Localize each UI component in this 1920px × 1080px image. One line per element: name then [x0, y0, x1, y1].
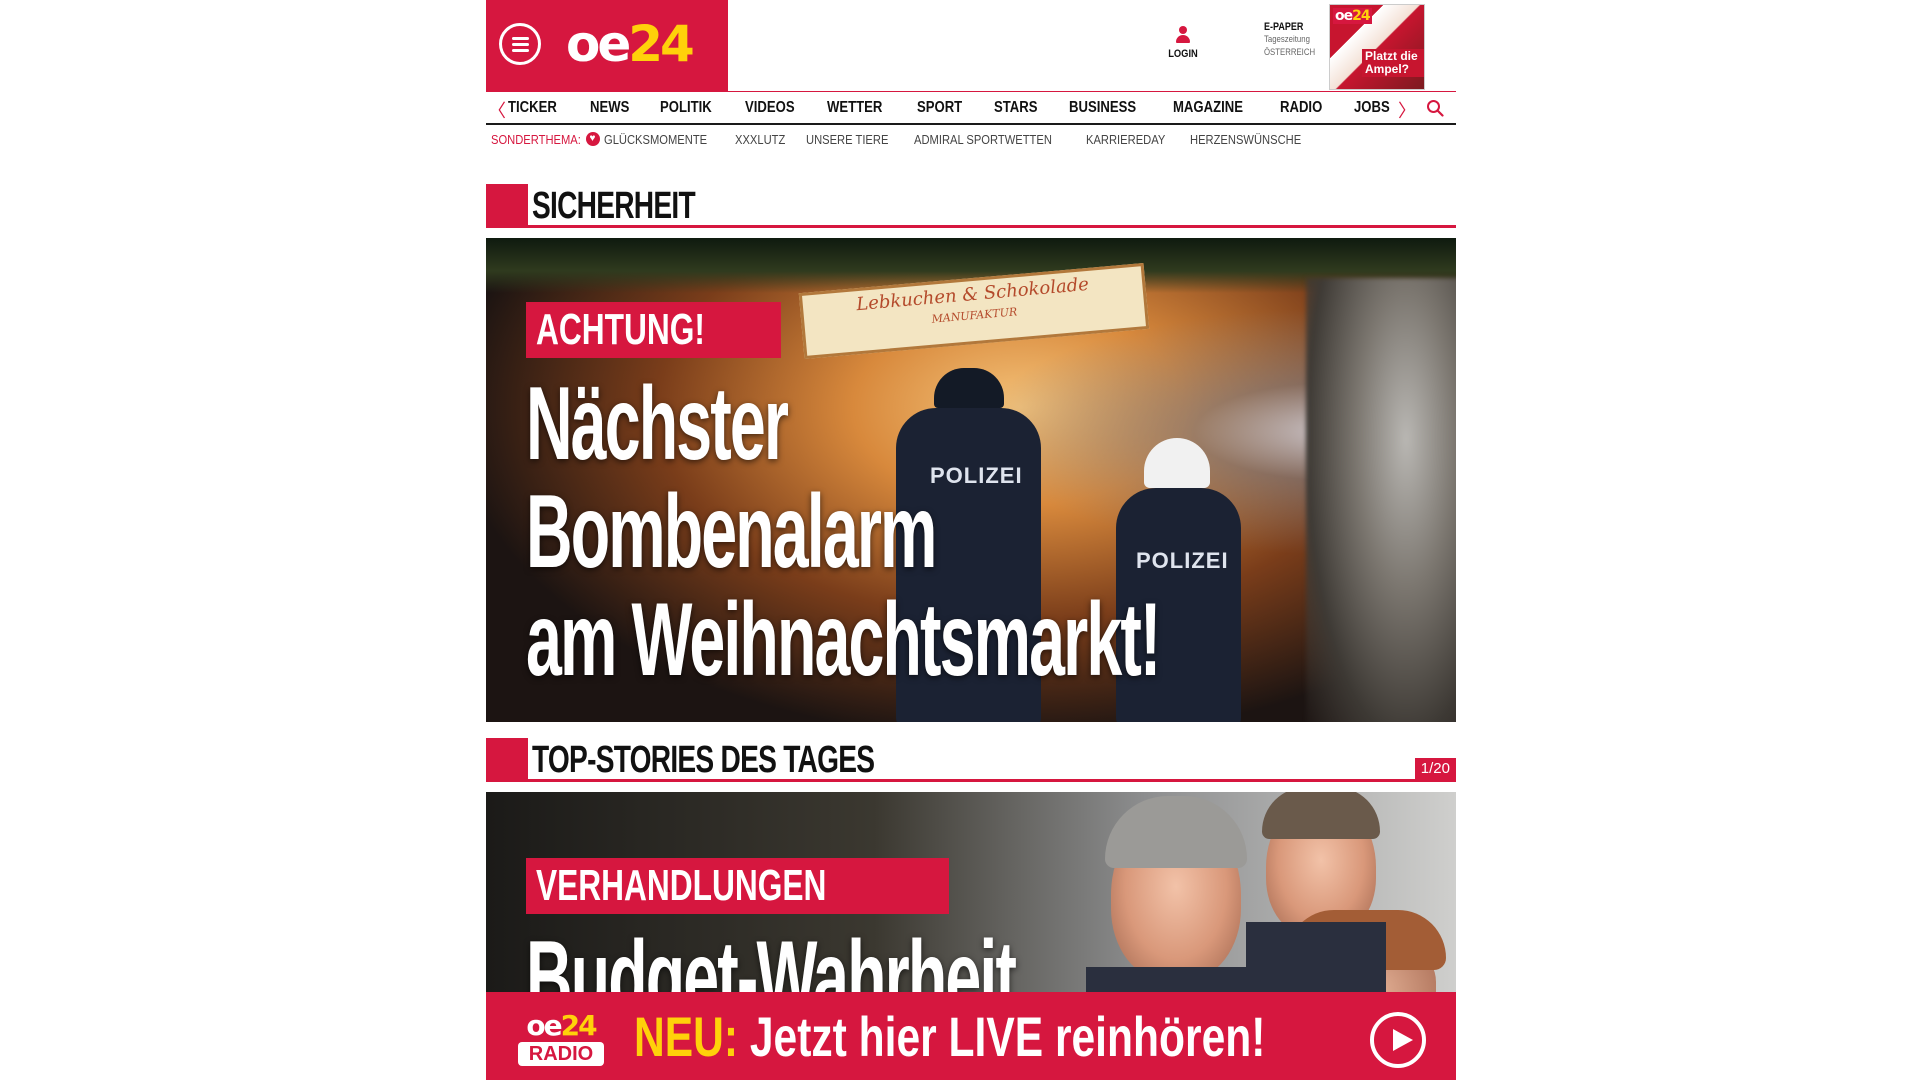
epaper-thumb-headline: Platzt die Ampel? [1362, 49, 1424, 77]
nav-item-sport[interactable]: SPORT [917, 99, 962, 117]
nav-item-radio[interactable]: RADIO [1280, 99, 1322, 117]
special-topic-gluecksmomente[interactable]: GLÜCKSMOMENTE [604, 132, 707, 147]
epaper-thumb-logo: oe24 [1333, 8, 1372, 24]
special-topic-herzenswuensche[interactable]: HERZENSWÜNSCHE [1190, 132, 1301, 147]
special-topic-xxxlutz[interactable]: XXXLUTZ [735, 132, 785, 147]
nav-items: TICKER NEWS POLITIK VIDEOS WETTER SPORT … [508, 92, 1419, 124]
heart-icon: ♥ [585, 132, 600, 146]
epaper-subtitle: Tageszeitung [1264, 34, 1310, 45]
nav-item-stars[interactable]: STARS [994, 99, 1037, 117]
section-heading-top-stories: TOP-STORIES DES TAGES 1/20 [486, 738, 1456, 782]
epaper-subtitle-2: ÖSTERREICH [1264, 47, 1316, 58]
nav-item-magazine[interactable]: MAGAZINE [1173, 99, 1243, 117]
logo-text-24: 24 [628, 15, 695, 73]
top-story-card[interactable]: VERHANDLUNGEN Budget-Wahrheit [486, 792, 1456, 992]
nav-item-ticker[interactable]: TICKER [508, 99, 557, 117]
special-topic-karriereday[interactable]: KARRIEREDAY [1086, 132, 1165, 147]
nav-item-news[interactable]: NEWS [590, 99, 629, 117]
radio-cta-text: Jetzt hier LIVE reinhören! [738, 1005, 1266, 1068]
login-label: LOGIN [1168, 48, 1198, 60]
epaper-thumbnail[interactable]: oe24 Platzt die Ampel? [1329, 4, 1425, 90]
special-topic-admiral[interactable]: ADMIRAL SPORTWETTEN [914, 132, 1052, 147]
special-topic-label: SONDERTHEMA: [491, 131, 581, 147]
special-topics-bar: SONDERTHEMA: ♥ GLÜCKSMOMENTE XXXLUTZ UNS… [491, 130, 1332, 148]
section-divider [528, 225, 1456, 228]
login-button[interactable]: LOGIN [1162, 26, 1204, 60]
nav-item-videos[interactable]: VIDEOS [745, 99, 795, 117]
nav-item-politik[interactable]: POLITIK [660, 99, 712, 117]
radio-new-label: NEU: [634, 1005, 739, 1068]
page: oe24 LOGIN E-PAPER Tageszeitung ÖSTERREI… [486, 0, 1456, 1080]
menu-icon[interactable] [499, 23, 541, 65]
section-heading-sicherheit: SICHERHEIT [486, 184, 1456, 228]
search-icon[interactable] [1426, 99, 1444, 117]
site-logo[interactable]: oe24 [566, 14, 695, 74]
top-story-text: VERHANDLUNGEN Budget-Wahrheit [526, 858, 1315, 992]
section-title[interactable]: SICHERHEIT [532, 186, 696, 226]
user-icon [1175, 26, 1191, 44]
epaper-title: E-PAPER [1264, 21, 1304, 33]
section-divider [528, 779, 1456, 782]
lead-story-card[interactable]: Lebkuchen & Schokolade MANUFAKTUR POLIZE… [486, 238, 1456, 722]
section-title[interactable]: TOP-STORIES DES TAGES [532, 740, 875, 780]
story-headline[interactable]: Nächster Bombenalarm am Weihnachtsmarkt! [526, 370, 1270, 694]
main-navigation: 〈 TICKER NEWS POLITIK VIDEOS WETTER SPOR… [486, 91, 1456, 125]
chevron-right-icon[interactable]: 〉 [1398, 97, 1416, 123]
nav-item-business[interactable]: BUSINESS [1069, 99, 1136, 117]
story-kicker: ACHTUNG! [526, 302, 781, 358]
logo-text-oe: oe [566, 15, 631, 73]
play-icon[interactable] [1370, 1012, 1426, 1068]
story-kicker: VERHANDLUNGEN [526, 858, 950, 914]
radio-banner-text: NEU: Jetzt hier LIVE reinhören! [634, 1008, 1265, 1066]
section-marker [486, 184, 528, 228]
radio-logo: oe24 RADIO [516, 1012, 606, 1070]
nav-item-jobs[interactable]: JOBS [1354, 99, 1390, 117]
section-marker [486, 738, 528, 782]
chevron-left-icon[interactable]: 〈 [488, 97, 506, 123]
lead-story-text: ACHTUNG! Nächster Bombenalarm am Weihnac… [526, 302, 1456, 694]
slide-counter: 1/20 [1414, 758, 1456, 779]
special-topic-unsere-tiere[interactable]: UNSERE TIERE [806, 132, 888, 147]
epaper-link[interactable]: E-PAPER Tageszeitung ÖSTERREICH [1264, 21, 1324, 59]
logo-area: oe24 [486, 0, 728, 91]
nav-item-wetter[interactable]: WETTER [827, 99, 882, 117]
site-header: oe24 LOGIN E-PAPER Tageszeitung ÖSTERREI… [486, 0, 1456, 91]
story-headline[interactable]: Budget-Wahrheit [526, 924, 1017, 992]
radio-live-banner[interactable]: oe24 RADIO NEU: Jetzt hier LIVE reinhöre… [486, 992, 1456, 1080]
